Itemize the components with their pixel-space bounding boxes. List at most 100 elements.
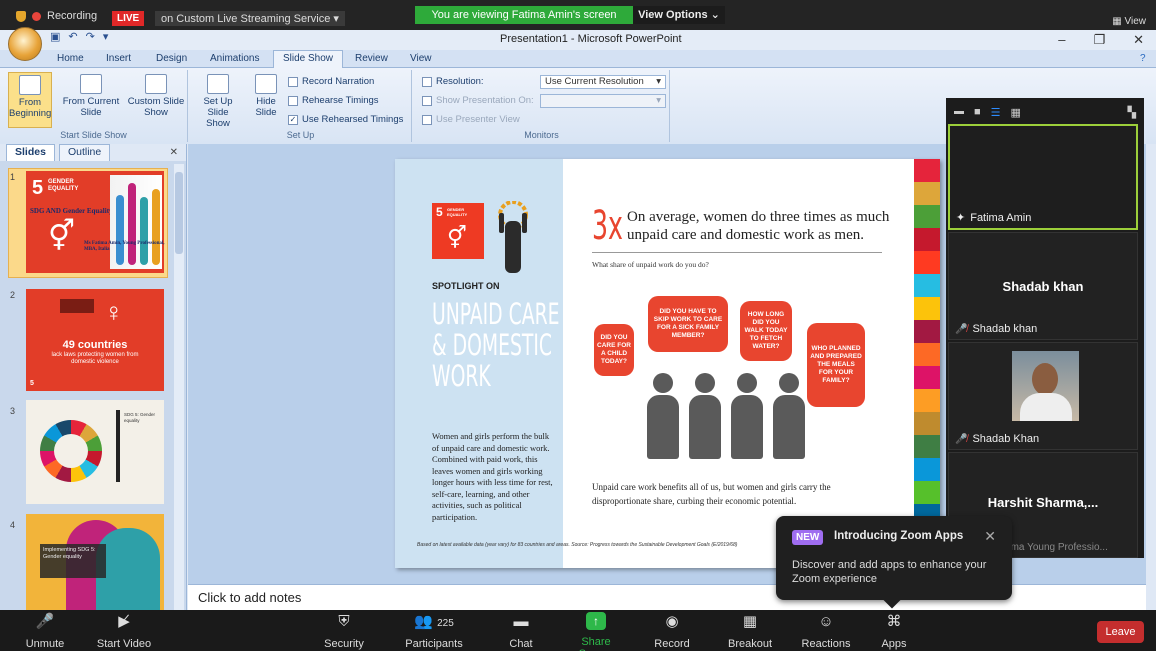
close-pane-icon[interactable]: ✕: [170, 147, 178, 158]
record-dot-icon: [32, 11, 41, 21]
participants-button[interactable]: 👥 225 Participants: [404, 612, 464, 650]
pin-icon: ✦: [956, 212, 966, 224]
quick-access-toolbar: ▣ ↶ ↷ ▾: [50, 30, 108, 43]
reactions-button[interactable]: ☺ Reactions: [800, 612, 852, 650]
gallery-view-icon[interactable]: ▦: [1011, 106, 1021, 119]
save-icon[interactable]: ▣: [50, 30, 60, 43]
participants-icon: 👥: [414, 613, 433, 630]
rehearse-timings-button[interactable]: Rehearse Timings: [288, 95, 379, 106]
slide-thumb-1[interactable]: 5 GENDER EQUALITY SDG AND Gender Equalit…: [26, 171, 165, 273]
sdg-color-stripe: [914, 389, 940, 412]
tab-design[interactable]: Design: [156, 53, 187, 64]
dropdown-arrow-icon: ▾: [656, 76, 661, 87]
participant-name: Shadab Khan: [972, 433, 1040, 445]
tab-review[interactable]: Review: [355, 53, 388, 64]
undo-icon[interactable]: ↶: [68, 30, 77, 43]
setup-slide-show-button[interactable]: Set Up Slide Show: [196, 74, 240, 129]
hide-slide-button[interactable]: Hide Slide: [248, 74, 284, 118]
from-current-label: From Current Slide: [62, 96, 120, 118]
raised-hands-icon: [498, 201, 528, 273]
view-button[interactable]: ▦ View: [1112, 16, 1146, 27]
resolution-select[interactable]: Use Current Resolution ▾: [540, 75, 666, 89]
ppt-title-bar: Presentation1 - Microsoft PowerPoint – ❐…: [0, 30, 1156, 50]
restore-icon[interactable]: ❐: [1093, 32, 1105, 48]
use-rehearsed-checkbox[interactable]: ✓ Use Rehearsed Timings: [288, 114, 403, 125]
shield-icon: [16, 10, 26, 22]
recording-indicator[interactable]: Recording: [16, 10, 97, 22]
apps-label: Apps: [881, 638, 907, 650]
minimize-icon[interactable]: –: [1058, 32, 1065, 48]
hand-shape: [140, 197, 148, 265]
show-on-label-row: Show Presentation On:: [422, 95, 534, 106]
thumb2-sub: lack laws protecting women from domestic…: [51, 352, 139, 365]
tab-animations[interactable]: Animations: [210, 53, 259, 64]
zoom-toolbar: 🎤 Unmute ▶̸ Start Video ⛨ Security 👥 225 Par…: [0, 610, 1156, 651]
presenter-view-checkbox[interactable]: Use Presenter View: [422, 114, 520, 125]
leave-button[interactable]: Leave: [1097, 621, 1144, 643]
monitor-icon: [422, 95, 432, 106]
speaker-view-icon[interactable]: ■: [974, 106, 981, 118]
current-slide[interactable]: 5 GENDER EQUALITY ⚥ SPOTLIGHT ON UNPAID …: [395, 159, 940, 568]
editor-scrollbar[interactable]: [1146, 144, 1156, 610]
wheel-center: [54, 434, 88, 468]
custom-show-icon: [145, 74, 167, 94]
scroll-thumb[interactable]: [175, 172, 183, 254]
record-narration-button[interactable]: Record Narration: [288, 76, 374, 87]
minimize-icon[interactable]: [954, 110, 964, 114]
show-on-select[interactable]: ▾: [540, 94, 666, 108]
tab-insert[interactable]: Insert: [106, 53, 131, 64]
tab-outline[interactable]: Outline: [58, 144, 111, 161]
close-icon[interactable]: ✕: [1133, 32, 1144, 48]
help-icon[interactable]: ?: [1140, 53, 1146, 64]
start-video-button[interactable]: ▶̸ Start Video: [96, 612, 152, 650]
resolution-label: Resolution:: [436, 76, 484, 87]
slide-thumb-2[interactable]: ♀ 49 countries lack laws protecting wome…: [26, 289, 164, 391]
popup-description: Discover and add apps to enhance your Zo…: [792, 559, 987, 585]
redo-icon[interactable]: ↷: [86, 30, 95, 43]
participant-tile[interactable]: ✦ Fatima Amin: [948, 124, 1138, 230]
security-button[interactable]: ⛨ Security: [318, 612, 370, 650]
breakout-rooms-button[interactable]: ▦ Breakout Rooms: [710, 612, 790, 651]
group-label-monitors: Monitors: [524, 130, 559, 140]
sdg-color-stripe: [914, 435, 940, 458]
tab-view[interactable]: View: [410, 53, 432, 64]
apps-button[interactable]: ⌘ Apps: [874, 612, 914, 650]
custom-slide-show-button[interactable]: Custom Slide Show: [126, 74, 186, 118]
reactions-label: Reactions: [801, 638, 851, 650]
thumb-number: 1: [10, 172, 16, 182]
tab-slide-show[interactable]: Slide Show: [273, 50, 344, 69]
participant-tile[interactable]: 🎤̸ Shadab Khan: [948, 342, 1138, 450]
record-icon: ◉: [665, 613, 679, 630]
participant-display-name: Harshit Sharma,...: [987, 495, 1099, 510]
unmute-label: Unmute: [25, 638, 65, 650]
tab-slides[interactable]: Slides: [6, 144, 55, 161]
slide-thumb-3[interactable]: SDG 5: Gender equality: [26, 400, 164, 504]
stream-service-dropdown[interactable]: on Custom Live Streaming Service ▾: [155, 11, 345, 26]
customize-qat-icon[interactable]: ▾: [103, 30, 109, 43]
share-screen-button[interactable]: ↑ Share Screen: [564, 612, 628, 651]
security-label: Security: [324, 638, 364, 650]
unmute-button[interactable]: 🎤 Unmute: [20, 612, 70, 650]
slideshow-current-icon: [80, 74, 102, 94]
chat-button[interactable]: ▬ Chat: [506, 612, 536, 650]
close-icon[interactable]: ✕: [984, 528, 996, 545]
live-badge[interactable]: LIVE: [112, 11, 145, 26]
view-options-button[interactable]: View Options ⌄: [633, 6, 725, 24]
speech-bubble: WHO PLANNED AND PREPARED THE MEALS FOR Y…: [807, 323, 865, 407]
slide-thumb-4[interactable]: Implementing SDG 5: Gender equality: [26, 514, 164, 610]
chat-icon: ▬: [513, 613, 529, 630]
panel-layout-icon[interactable]: ▚: [1128, 106, 1136, 119]
record-button[interactable]: ◉ Record: [654, 612, 690, 650]
sdg-color-stripe: [914, 182, 940, 205]
from-beginning-button[interactable]: From Beginning: [8, 72, 52, 128]
from-current-slide-button[interactable]: From Current Slide: [60, 74, 122, 118]
strip-view-icon[interactable]: ☰: [991, 106, 1001, 119]
tab-home[interactable]: Home: [57, 53, 84, 64]
from-beginning-label: From Beginning: [9, 97, 52, 119]
dropdown-arrow-icon: ▾: [656, 95, 661, 106]
participant-tile[interactable]: Shadab khan 🎤̸ Shadab khan: [948, 232, 1138, 340]
thumb-number: 2: [10, 290, 16, 300]
slides-pane-scrollbar[interactable]: [174, 164, 184, 610]
office-button[interactable]: [8, 27, 42, 61]
sdg-color-stripe: [914, 343, 940, 366]
